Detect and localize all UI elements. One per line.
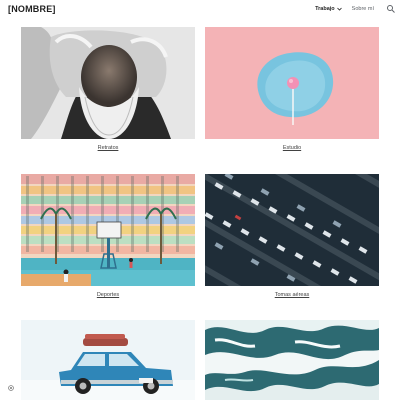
gallery-image-deportes[interactable] — [21, 174, 195, 286]
waves-image — [205, 320, 379, 400]
top-bar: [NOMBRE] Trabajo Sobre mí — [0, 0, 400, 18]
main-nav: Trabajo Sobre mí — [305, 4, 396, 14]
gallery-image-retratos[interactable] — [21, 27, 195, 139]
nav-sobre-mi[interactable]: Sobre mí — [352, 6, 374, 12]
gallery-image-waves[interactable] — [205, 320, 379, 400]
nav-trabajo[interactable]: Trabajo — [315, 6, 342, 12]
gallery-image-car[interactable] — [21, 320, 195, 400]
sports-image — [21, 174, 195, 286]
nav-sobre-mi-label: Sobre mí — [351, 6, 374, 12]
gear-icon[interactable] — [7, 384, 15, 392]
site-title[interactable]: [NOMBRE] — [8, 4, 56, 14]
portrait-image — [21, 27, 195, 139]
car-image — [21, 320, 195, 400]
caption-tomas-aereas[interactable]: Tomas aéreas — [205, 292, 379, 298]
nav-trabajo-label: Trabajo — [315, 6, 335, 12]
caption-deportes[interactable]: Deportes — [21, 292, 195, 298]
chevron-down-icon — [336, 7, 342, 11]
aerial-image — [205, 174, 379, 286]
gallery-image-tomas-aereas[interactable] — [205, 174, 379, 286]
search-icon[interactable] — [386, 4, 396, 14]
caption-retratos[interactable]: Retratos — [21, 145, 195, 151]
gallery-image-estudio[interactable] — [205, 27, 379, 139]
caption-estudio[interactable]: Estudio — [205, 145, 379, 151]
studio-image — [205, 27, 379, 139]
